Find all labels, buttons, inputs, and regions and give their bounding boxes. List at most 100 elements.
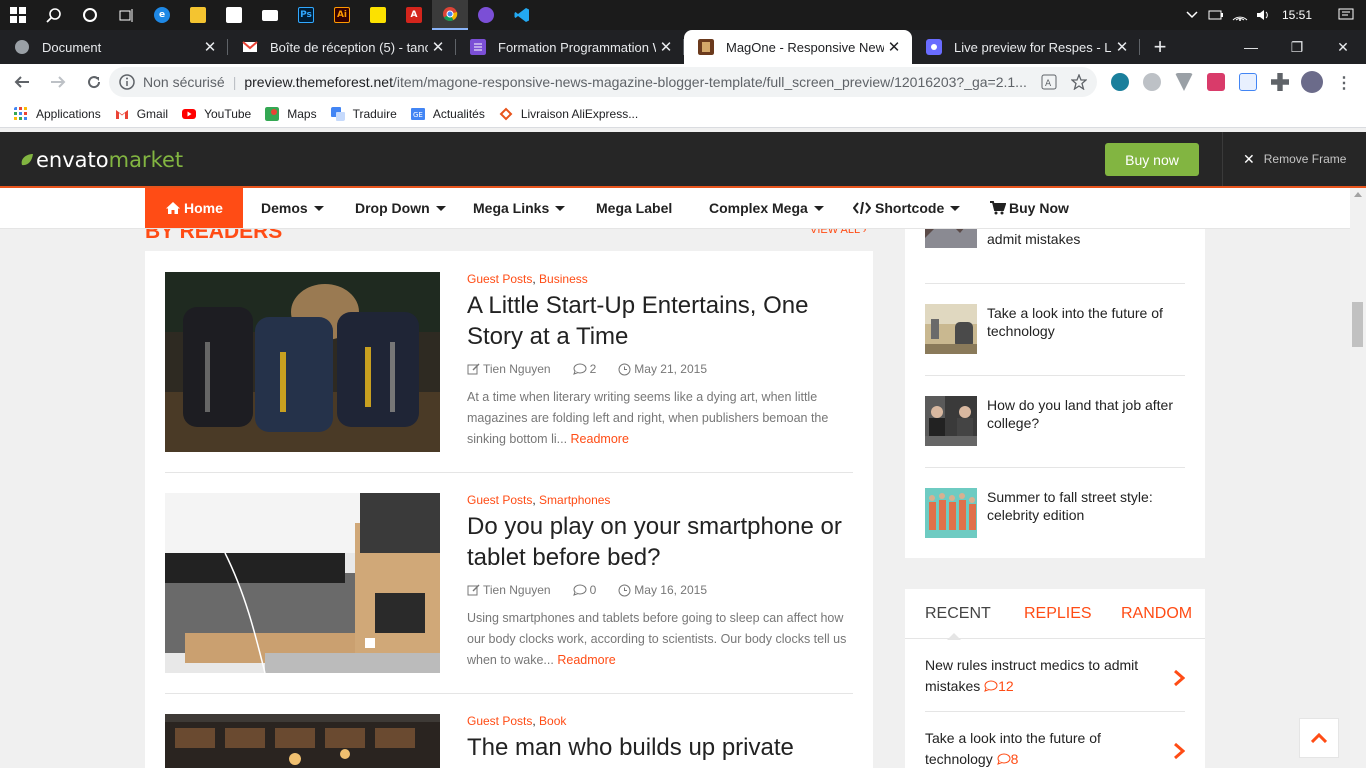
store-icon[interactable] — [216, 0, 252, 30]
close-icon[interactable]: ✕ — [884, 38, 904, 56]
translate-icon[interactable]: A — [1041, 74, 1057, 90]
extensions-puzzle-icon[interactable] — [1271, 73, 1289, 91]
extension-eye-icon[interactable] — [1111, 73, 1129, 91]
bookmark-applications[interactable]: Applications — [14, 106, 101, 121]
chrome-icon[interactable] — [432, 0, 468, 30]
post-author[interactable]: Tien Nguyen — [483, 362, 551, 376]
category-link[interactable]: Smartphones — [539, 493, 610, 507]
bookmark-aliexpress[interactable]: Livraison AliExpress... — [499, 107, 638, 121]
reload-button[interactable] — [78, 66, 110, 98]
volume-icon[interactable] — [1252, 0, 1276, 30]
post-thumbnail[interactable] — [165, 714, 440, 768]
bookmark-traduire[interactable]: Traduire — [330, 106, 397, 121]
extension-doc-icon[interactable] — [1239, 73, 1257, 91]
search-icon[interactable] — [36, 0, 72, 30]
sidebar-post[interactable]: Summer to fall street style: celebrity e… — [925, 488, 1185, 580]
recent-item[interactable]: New rules instruct medics to admit mista… — [925, 655, 1185, 715]
close-icon[interactable]: ✕ — [1112, 38, 1132, 56]
remove-frame-button[interactable]: ✕ Remove Frame — [1222, 132, 1346, 186]
category-link[interactable]: Book — [539, 714, 566, 728]
tab-live-preview[interactable]: Live preview for Respes - Lawy ✕ — [912, 30, 1140, 64]
menu-mega-links[interactable]: Mega Links — [473, 188, 566, 228]
scrollbar-thumb[interactable] — [1352, 302, 1363, 347]
menu-demos[interactable]: Demos — [261, 188, 324, 228]
extension-compass-icon[interactable] — [1143, 73, 1161, 91]
edge-icon[interactable]: e — [144, 0, 180, 30]
category-link[interactable]: Guest Posts — [467, 493, 532, 507]
cortana-icon[interactable] — [72, 0, 108, 30]
vscode-icon[interactable] — [504, 0, 540, 30]
minimize-icon[interactable]: — — [1228, 30, 1274, 64]
bookmark-maps[interactable]: Maps — [265, 106, 317, 121]
chevron-right-icon[interactable] — [1173, 669, 1185, 687]
back-button[interactable] — [6, 66, 38, 98]
post-thumbnail[interactable] — [165, 272, 440, 452]
menu-mega-label[interactable]: Mega Label — [596, 188, 672, 228]
sidebar-post[interactable]: How do you land that job after college? — [925, 396, 1185, 488]
sticky-notes-icon[interactable] — [360, 0, 396, 30]
recent-item[interactable]: Take a look into the future of technolog… — [925, 728, 1185, 768]
bookmark-actualites[interactable]: GE Actualités — [410, 107, 485, 121]
close-icon[interactable]: ✕ — [656, 38, 676, 56]
windows-start-icon[interactable] — [0, 0, 36, 30]
post-title[interactable]: A Little Start-Up Entertains, One Story … — [467, 290, 853, 352]
page-scrollbar[interactable] — [1350, 188, 1366, 768]
sidebar-post[interactable]: Take a look into the future of technolog… — [925, 304, 1185, 396]
star-icon[interactable] — [1071, 74, 1087, 90]
close-icon[interactable]: ✕ — [200, 38, 220, 56]
battery-icon[interactable] — [1204, 0, 1228, 30]
info-icon[interactable] — [119, 74, 135, 90]
post-title[interactable]: Do you play on your smartphone or tablet… — [467, 511, 853, 573]
menu-complex-mega[interactable]: Complex Mega — [709, 188, 824, 228]
file-explorer-icon[interactable] — [180, 0, 216, 30]
readmore-link[interactable]: Readmore — [571, 432, 629, 446]
menu-shortcode[interactable]: Shortcode — [853, 188, 961, 228]
bookmark-gmail[interactable]: Gmail — [115, 107, 168, 121]
notification-icon[interactable] — [1326, 0, 1366, 30]
extension-vue-icon[interactable] — [1175, 73, 1193, 91]
category-link[interactable]: Business — [539, 272, 588, 286]
buy-now-button[interactable]: Buy now — [1105, 143, 1199, 176]
chevron-right-icon[interactable] — [1173, 742, 1185, 760]
tab-random[interactable]: RANDOM — [1121, 605, 1192, 623]
close-window-icon[interactable]: ✕ — [1320, 30, 1366, 64]
tab-replies[interactable]: REPLIES — [1024, 605, 1092, 623]
task-view-icon[interactable] — [108, 0, 144, 30]
profile-avatar[interactable] — [1301, 71, 1323, 93]
category-link[interactable]: Guest Posts — [467, 714, 532, 728]
tab-formation[interactable]: Formation Programmation Web ✕ — [456, 30, 684, 64]
back-to-top-button[interactable] — [1299, 718, 1339, 758]
tab-magone[interactable]: MagOne - Responsive News & ✕ — [684, 30, 912, 64]
tab-recent[interactable]: RECENT — [925, 605, 991, 623]
scroll-up-arrow-icon[interactable] — [1354, 192, 1362, 197]
post-title[interactable]: The man who builds up private — [467, 732, 853, 763]
clock[interactable]: 15:51 — [1282, 8, 1312, 22]
mail-icon[interactable] — [252, 0, 288, 30]
post-author[interactable]: Tien Nguyen — [483, 583, 551, 597]
menu-home[interactable]: Home — [145, 188, 243, 228]
menu-buy-now[interactable]: Buy Now — [990, 188, 1069, 228]
post-comment-count[interactable]: 2 — [590, 362, 597, 376]
acrobat-icon[interactable]: A — [396, 0, 432, 30]
app-icon[interactable] — [468, 0, 504, 30]
tab-document[interactable]: Document ✕ — [0, 30, 228, 64]
forward-button[interactable] — [42, 66, 74, 98]
chevron-up-icon[interactable] — [1180, 0, 1204, 30]
envato-logo[interactable]: envato market — [20, 148, 183, 172]
readmore-link[interactable]: Readmore — [557, 653, 615, 667]
menu-drop-down[interactable]: Drop Down — [355, 188, 446, 228]
post-comment-count[interactable]: 0 — [590, 583, 597, 597]
bookmark-youtube[interactable]: YouTube — [182, 107, 251, 121]
tab-gmail[interactable]: Boîte de réception (5) - tano.ta ✕ — [228, 30, 456, 64]
extension-screenshot-icon[interactable] — [1207, 73, 1225, 91]
menu-dots-icon[interactable]: ⋮ — [1336, 73, 1352, 93]
close-icon[interactable]: ✕ — [428, 38, 448, 56]
maximize-icon[interactable]: ❐ — [1274, 30, 1320, 64]
omnibox[interactable]: Non sécurisé | preview.themeforest.net /… — [109, 67, 1097, 97]
wifi-icon[interactable] — [1228, 0, 1252, 30]
new-tab-button[interactable]: + — [1140, 30, 1180, 64]
photoshop-icon[interactable]: Ps — [288, 0, 324, 30]
illustrator-icon[interactable]: Ai — [324, 0, 360, 30]
category-link[interactable]: Guest Posts — [467, 272, 532, 286]
post-thumbnail[interactable] — [165, 493, 440, 673]
